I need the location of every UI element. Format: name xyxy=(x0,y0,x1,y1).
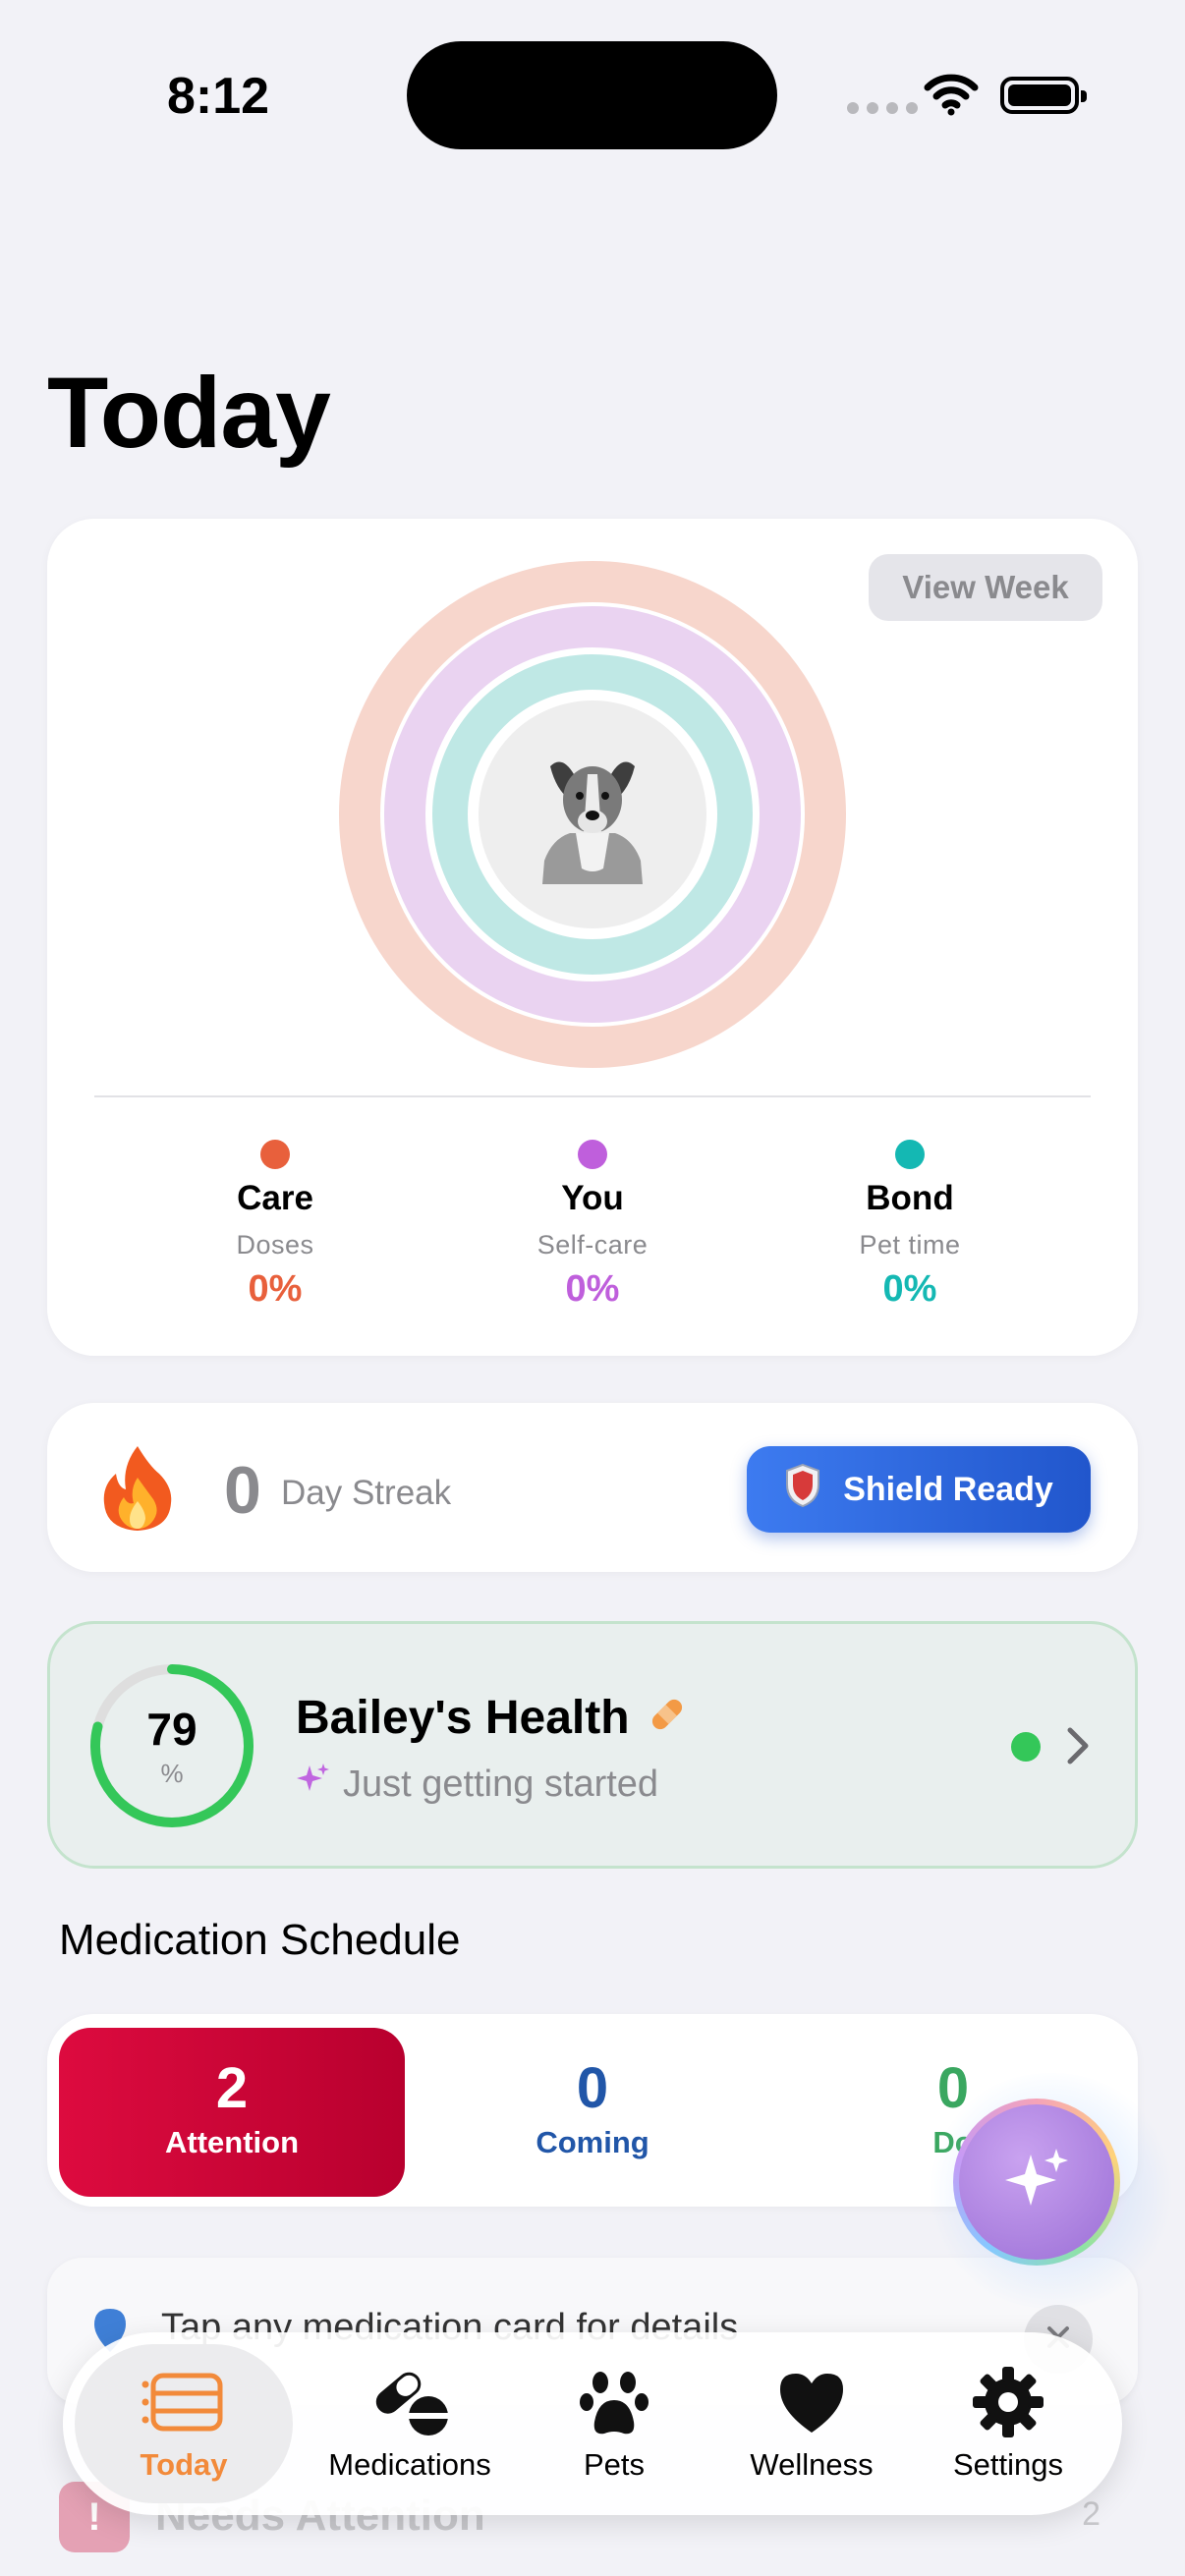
health-score-unit: % xyxy=(160,1759,184,1788)
health-subtitle-text: Just getting started xyxy=(343,1763,659,1805)
you-dot xyxy=(578,1140,607,1169)
heart-icon xyxy=(776,2365,847,2439)
metric-label: You xyxy=(561,1179,624,1217)
status-time: 8:12 xyxy=(167,68,270,125)
attention-count-button[interactable]: 2 Attention xyxy=(59,2028,405,2197)
metric-value: 0% xyxy=(248,1268,303,1310)
coming-count-button[interactable]: 0 Coming xyxy=(420,2028,765,2160)
battery-icon xyxy=(1000,77,1087,114)
tab-label: Wellness xyxy=(750,2447,874,2482)
wifi-icon xyxy=(924,73,979,121)
tab-label: Settings xyxy=(952,2447,1063,2482)
metric-value: 0% xyxy=(565,1268,620,1310)
status-dot xyxy=(1011,1732,1041,1762)
pet-health-card[interactable]: 79 % Bailey's Health Just getting starte… xyxy=(47,1621,1138,1869)
gear-icon xyxy=(971,2365,1045,2439)
metric-sub: Self-care xyxy=(536,1230,649,1260)
metric-value: 0% xyxy=(882,1268,937,1310)
tab-settings[interactable]: Settings xyxy=(910,2344,1106,2503)
activity-rings[interactable] xyxy=(338,560,847,1069)
tab-label: Pets xyxy=(583,2447,646,2482)
health-title: Bailey's Health xyxy=(296,1692,630,1744)
chevron-right-icon xyxy=(1066,1726,1090,1770)
metric-sub: Doses xyxy=(236,1230,314,1260)
tab-pets[interactable]: Pets xyxy=(521,2344,707,2503)
pills-icon xyxy=(367,2365,452,2439)
tab-label: Today xyxy=(140,2447,228,2482)
tab-today[interactable]: Today xyxy=(75,2344,293,2503)
care-dot xyxy=(260,1140,290,1169)
tab-bar: Today Medications Pets Wellness Settings xyxy=(63,2332,1122,2515)
count-label: Attention xyxy=(164,2125,300,2159)
count-value: 2 xyxy=(215,2056,249,2120)
metric-sub: Pet time xyxy=(859,1230,961,1260)
metric-you: You Self-care 0% xyxy=(445,1140,740,1311)
tab-label: Medications xyxy=(328,2447,491,2482)
pet-photo xyxy=(542,761,643,884)
cellular-signal-icon xyxy=(847,102,918,114)
medication-schedule-title: Medication Schedule xyxy=(59,1916,461,1964)
streak-label: Day Streak xyxy=(281,1474,452,1512)
divider xyxy=(94,1095,1091,1097)
tab-wellness[interactable]: Wellness xyxy=(713,2344,910,2503)
count-value: 0 xyxy=(576,2056,609,2120)
count-label: Coming xyxy=(536,2125,649,2159)
tab-medications[interactable]: Medications xyxy=(304,2344,516,2503)
health-subtitle: Just getting started xyxy=(296,1762,658,1807)
metric-care: Care Doses 0% xyxy=(128,1140,423,1311)
streak-count: 0 xyxy=(224,1453,261,1528)
health-score: 79 xyxy=(146,1704,198,1755)
streak-card: 0 Day Streak Shield Ready xyxy=(47,1403,1138,1572)
activity-rings-card: View Week Care Doses 0% You Self-care 0%… xyxy=(47,519,1138,1356)
bond-dot xyxy=(895,1140,925,1169)
paw-icon xyxy=(577,2365,651,2439)
sparkle-icon xyxy=(296,1762,331,1807)
metric-label: Care xyxy=(237,1179,313,1217)
shield-label: Shield Ready xyxy=(843,1470,1053,1508)
sparkles-icon xyxy=(997,2141,1076,2224)
metric-label: Bond xyxy=(866,1179,954,1217)
metric-bond: Bond Pet time 0% xyxy=(762,1140,1057,1311)
shield-icon xyxy=(784,1463,821,1517)
flame-icon xyxy=(100,1444,175,1538)
bandage-icon xyxy=(648,1695,687,1739)
view-week-button[interactable]: View Week xyxy=(869,554,1102,621)
ai-assistant-button[interactable] xyxy=(953,2099,1120,2266)
page-title: Today xyxy=(47,357,331,469)
calendar-list-icon xyxy=(141,2365,226,2439)
shield-ready-button[interactable]: Shield Ready xyxy=(747,1446,1091,1533)
dynamic-island xyxy=(407,41,777,149)
